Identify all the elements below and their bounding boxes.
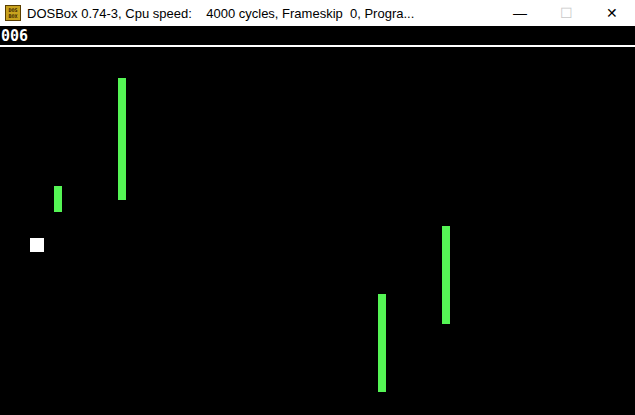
obstacle-bar bbox=[378, 294, 386, 392]
obstacle-bar bbox=[54, 186, 62, 212]
game-screen: 006 bbox=[0, 26, 635, 415]
window-title: DOSBox 0.74-3, Cpu speed: 4000 cycles, F… bbox=[27, 6, 497, 21]
score: 006 bbox=[1, 28, 28, 44]
score-bar: 006 bbox=[0, 26, 635, 47]
logo-text: BOX bbox=[8, 13, 17, 19]
obstacle-bar bbox=[442, 226, 450, 324]
player-square bbox=[30, 238, 44, 252]
obstacle-bar bbox=[118, 78, 126, 200]
dosbox-window: DOSBOX DOSBox 0.74-3, Cpu speed: 4000 cyc… bbox=[0, 0, 635, 415]
playfield bbox=[0, 47, 635, 415]
title-bar: DOSBOX DOSBox 0.74-3, Cpu speed: 4000 cyc… bbox=[0, 0, 635, 26]
logo-text: DOS bbox=[8, 7, 17, 13]
window-control-button[interactable]: ✕ bbox=[589, 0, 635, 26]
window-controls: —☐✕ bbox=[497, 0, 635, 26]
window-control-button[interactable]: ☐ bbox=[543, 0, 589, 26]
dosbox-logo-icon: DOSBOX bbox=[5, 5, 21, 21]
window-control-button[interactable]: — bbox=[497, 0, 543, 26]
